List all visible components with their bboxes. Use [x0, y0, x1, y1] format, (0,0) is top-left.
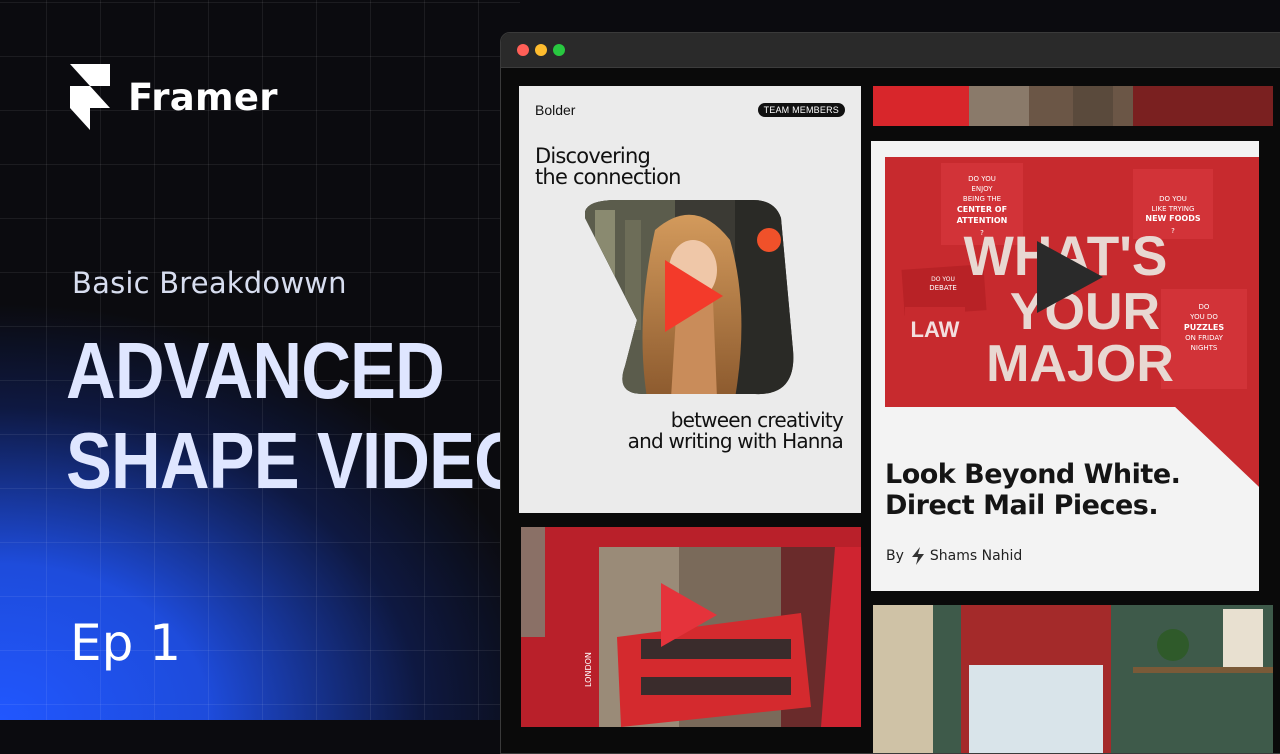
svg-text:NEW FOODS: NEW FOODS: [1145, 214, 1200, 223]
framer-logo-icon: [70, 64, 110, 130]
headline-line-1: ADVANCED: [66, 326, 445, 415]
byline-label: By: [886, 548, 904, 564]
author-byline: By Shams Nahid: [886, 547, 1022, 565]
svg-text:MAJOR: MAJOR: [986, 335, 1174, 393]
team-members-tag[interactable]: TEAM MEMBERS: [757, 103, 845, 117]
direct-mail-title-line-2: Direct Mail Pieces.: [885, 490, 1159, 521]
close-window-button[interactable]: [517, 44, 529, 56]
brand-name: Framer: [128, 75, 278, 119]
browser-titlebar: [501, 33, 1280, 68]
bolder-brand: Bolder: [535, 102, 576, 118]
poster-shape-video[interactable]: DO YOU ENJOY BEING THE CENTER OF ATTENTI…: [885, 157, 1259, 487]
direct-mail-title: Look Beyond White. Direct Mail Pieces.: [885, 459, 1181, 521]
bolder-heading: Discovering the connection: [535, 146, 681, 188]
lightning-icon: [911, 547, 924, 565]
street-thumbnail-strip[interactable]: [873, 86, 1273, 126]
bolder-card[interactable]: Bolder TEAM MEMBERS Discovering the conn…: [519, 86, 861, 513]
maximize-window-button[interactable]: [553, 44, 565, 56]
browser-window: Bolder TEAM MEMBERS Discovering the conn…: [500, 32, 1280, 754]
direct-mail-card[interactable]: DO YOU ENJOY BEING THE CENTER OF ATTENTI…: [871, 141, 1259, 591]
headline-line-2: SHAPE VIDEO: [66, 416, 528, 505]
svg-text:BEING THE: BEING THE: [963, 195, 1001, 203]
bolder-footer-line-2: and writing with Hanna: [627, 429, 844, 453]
video-headline: ADVANCED SHAPE VIDEO: [66, 326, 528, 506]
svg-text:DEBATE: DEBATE: [929, 284, 957, 292]
svg-text:ON FRIDAY: ON FRIDAY: [1185, 334, 1223, 342]
bolder-footer: between creativity and writing with Hann…: [627, 408, 844, 453]
svg-text:YOUR: YOUR: [1010, 283, 1160, 341]
london-shape-video[interactable]: LONDON: [521, 527, 861, 727]
svg-text:ENJOY: ENJOY: [971, 185, 993, 193]
svg-text:DO YOU: DO YOU: [968, 175, 996, 183]
minimize-window-button[interactable]: [535, 44, 547, 56]
svg-text:DO YOU: DO YOU: [931, 276, 955, 283]
bolder-heading-line-1: Discovering: [535, 144, 651, 168]
video-subtitle: Basic Breakdowwn: [72, 266, 347, 300]
svg-text:NIGHTS: NIGHTS: [1191, 344, 1218, 352]
bolder-footer-line-1: between creativity: [670, 408, 844, 432]
london-label: LONDON: [584, 652, 593, 687]
bolder-heading-line-2: the connection: [535, 165, 681, 189]
svg-text:DO YOU: DO YOU: [1159, 195, 1187, 203]
brand: Framer: [70, 64, 278, 130]
svg-text:CENTER OF: CENTER OF: [957, 205, 1007, 214]
svg-text:LIKE TRYING: LIKE TRYING: [1152, 205, 1195, 213]
author-name[interactable]: Shams Nahid: [930, 548, 1022, 564]
svg-text:ATTENTION: ATTENTION: [957, 216, 1008, 225]
svg-text:PUZZLES: PUZZLES: [1184, 323, 1225, 332]
svg-text:DO: DO: [1199, 303, 1210, 311]
interior-thumbnail[interactable]: [873, 605, 1273, 754]
portrait-shape-video[interactable]: [585, 200, 795, 398]
direct-mail-title-line-1: Look Beyond White.: [885, 459, 1181, 490]
svg-text:LAW: LAW: [911, 317, 960, 342]
svg-text:YOU DO: YOU DO: [1189, 313, 1218, 321]
svg-text:?: ?: [1171, 227, 1175, 235]
episode-label: Ep 1: [70, 614, 182, 672]
